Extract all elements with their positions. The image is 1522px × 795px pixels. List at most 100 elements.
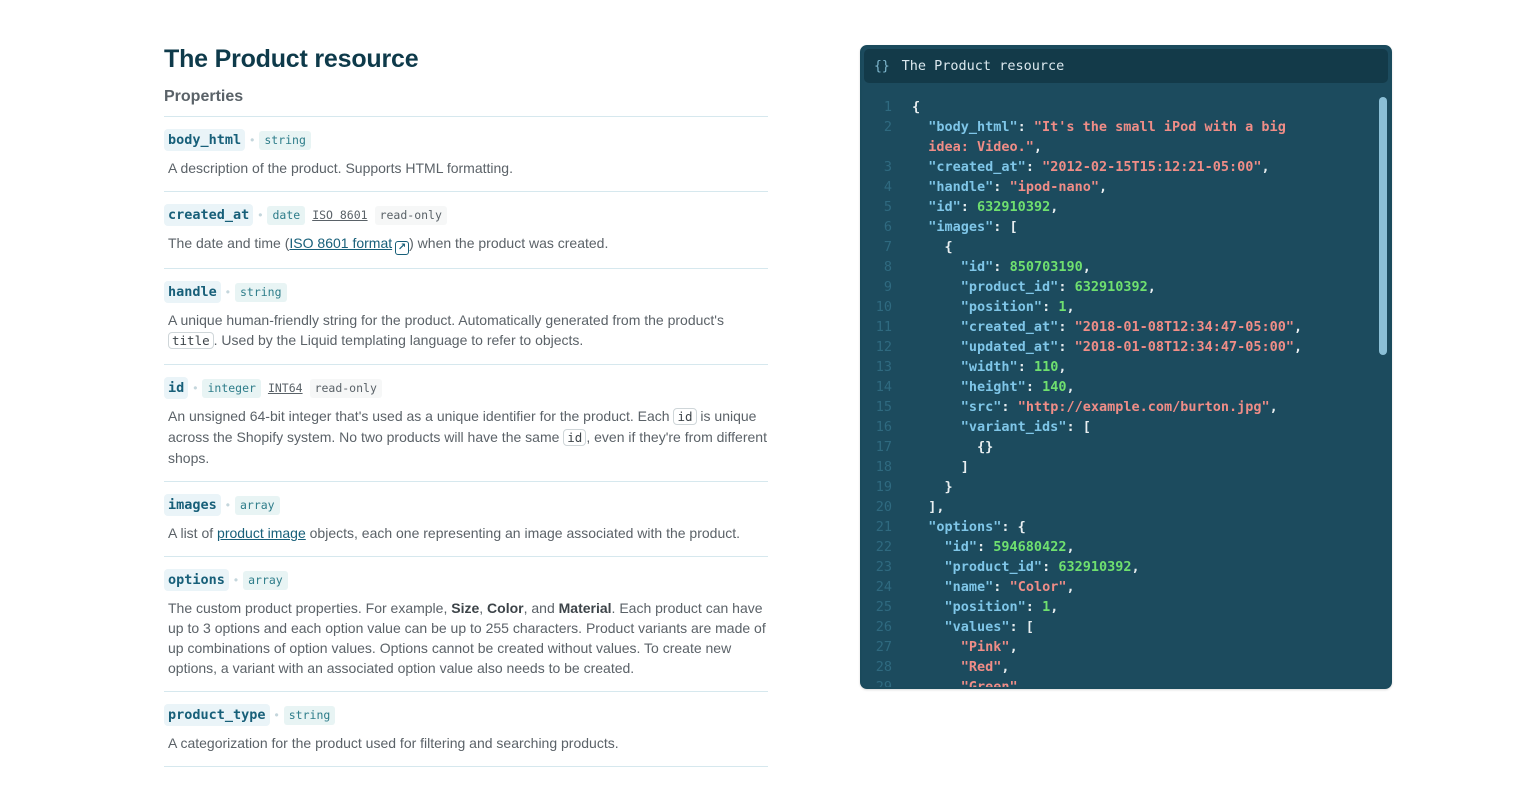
line-content: ], [892,497,944,517]
line-number: 4 [883,179,892,195]
line-content: "Red", [892,657,1010,677]
separator-dot: • [193,381,198,395]
json-string: "Red" [960,659,1002,675]
json-punctuation: : [ [1066,419,1091,435]
property-body-html: body_html • string A description of the … [164,117,768,192]
type-badge: array [234,495,280,515]
json-punctuation: : [977,539,994,555]
scrollbar-thumb[interactable] [1379,97,1387,355]
format-link[interactable]: ISO 8601 [312,207,367,224]
property-name[interactable]: id [164,377,189,399]
property-description: A unique human-friendly string for the p… [164,310,768,351]
code-line: 5 "id": 632910392, [862,197,1374,217]
json-key: "updated_at" [960,339,1059,355]
line-number: 10 [875,299,892,315]
type-badge: string [234,282,287,302]
code-line: 16 "variant_ids": [ [862,417,1374,437]
code-line: 24 "name": "Color", [862,577,1374,597]
json-number: 110 [1033,359,1059,375]
property-name[interactable]: options [164,569,229,591]
json-key: "variant_ids" [960,419,1067,435]
json-string: "Pink" [960,639,1010,655]
json-key: "id" [960,259,994,275]
line-number: 18 [875,459,892,475]
json-punctuation: , [1050,599,1059,615]
property-name[interactable]: images [164,494,221,516]
json-string: "2012-02-15T15:12:21-05:00" [1042,159,1262,175]
json-punctuation: , [1017,679,1026,687]
property-description: The date and time (ISO 8601 format ↗) whe… [164,233,768,255]
separator-dot: • [258,208,263,222]
type-badge: string [283,705,336,725]
line-content: "images": [ [892,217,1018,237]
code-line: 13 "width": 110, [862,357,1374,377]
code-line: 1{ [862,97,1374,117]
code-panel-header: {} The Product resource [864,49,1388,83]
code-panel-title: The Product resource [901,58,1065,74]
json-key: "name" [944,579,994,595]
type-badge: array [243,570,288,590]
code-line: 25 "position": 1, [862,597,1374,617]
json-key: "product_id" [960,279,1059,295]
property-options: options • array The custom product prope… [164,557,768,692]
bold-term: Size [451,600,480,616]
property-name[interactable]: body_html [164,129,246,151]
description-text: A unique human-friendly string for the p… [168,312,724,328]
json-number: 632910392 [1058,559,1132,575]
json-number: 850703190 [1009,259,1083,275]
property-name[interactable]: handle [164,281,221,303]
iso-8601-format-link[interactable]: ISO 8601 format [289,235,392,251]
description-text: ) when the product was created. [409,235,609,251]
format-link[interactable]: INT64 [268,380,303,397]
json-punctuation: , [1066,299,1075,315]
json-punctuation: , [1009,639,1018,655]
line-number: 2 [883,119,892,135]
code-line: 19 } [862,477,1374,497]
json-punctuation: ] [960,459,969,475]
line-content: "src": "http://example.com/burton.jpg", [892,397,1278,417]
json-string: "Green" [960,679,1018,687]
line-content: "body_html": "It's the small iPod with a… [892,117,1312,157]
line-number: 16 [875,419,892,435]
json-key: "id" [944,539,978,555]
json-punctuation: , [1050,199,1059,215]
json-key: "handle" [928,179,994,195]
line-content: "updated_at": "2018-01-08T12:34:47-05:00… [892,337,1302,357]
separator-dot: • [225,498,230,512]
description-text: objects, each one representing an image … [305,525,741,541]
code-line: 7 { [862,237,1374,257]
external-link-icon[interactable]: ↗ [395,241,410,255]
json-punctuation: , [1058,359,1067,375]
json-punctuation: , [1147,279,1156,295]
code-line: 2 "body_html": "It's the small iPod with … [862,117,1374,157]
json-punctuation: , [1294,319,1303,335]
json-punctuation: : [1058,319,1075,335]
product-image-link[interactable]: product image [217,525,306,541]
description-text: A list of [168,525,218,541]
json-punctuation: : [1058,339,1075,355]
property-description: A description of the product. Supports H… [168,160,513,176]
read-only-badge: read-only [374,205,447,225]
json-key: "values" [944,619,1010,635]
line-number: 17 [875,439,892,455]
json-punctuation: : [993,179,1010,195]
code-block[interactable]: 1{2 "body_html": "It's the small iPod wit… [862,97,1374,687]
json-punctuation: : [960,199,978,215]
line-content: "options": { [892,517,1026,537]
property-description: The custom product properties. For examp… [164,598,768,678]
json-punctuation: , [1098,179,1108,195]
line-number: 26 [875,619,892,635]
page-title: The Product resource [164,45,419,73]
json-punctuation: : [ [993,219,1018,235]
property-name[interactable]: product_type [164,704,270,726]
code-line: 15 "src": "http://example.com/burton.jpg… [862,397,1374,417]
description-text: , and [523,600,559,616]
json-punctuation: : [993,259,1010,275]
inline-code: title [168,332,214,349]
bold-term: Material [558,600,612,616]
line-content: "values": [ [892,617,1034,637]
property-name[interactable]: created_at [164,204,254,226]
json-number: 632910392 [1074,279,1148,295]
json-string: "http://example.com/burton.jpg" [1017,399,1270,415]
line-number: 20 [875,499,892,515]
